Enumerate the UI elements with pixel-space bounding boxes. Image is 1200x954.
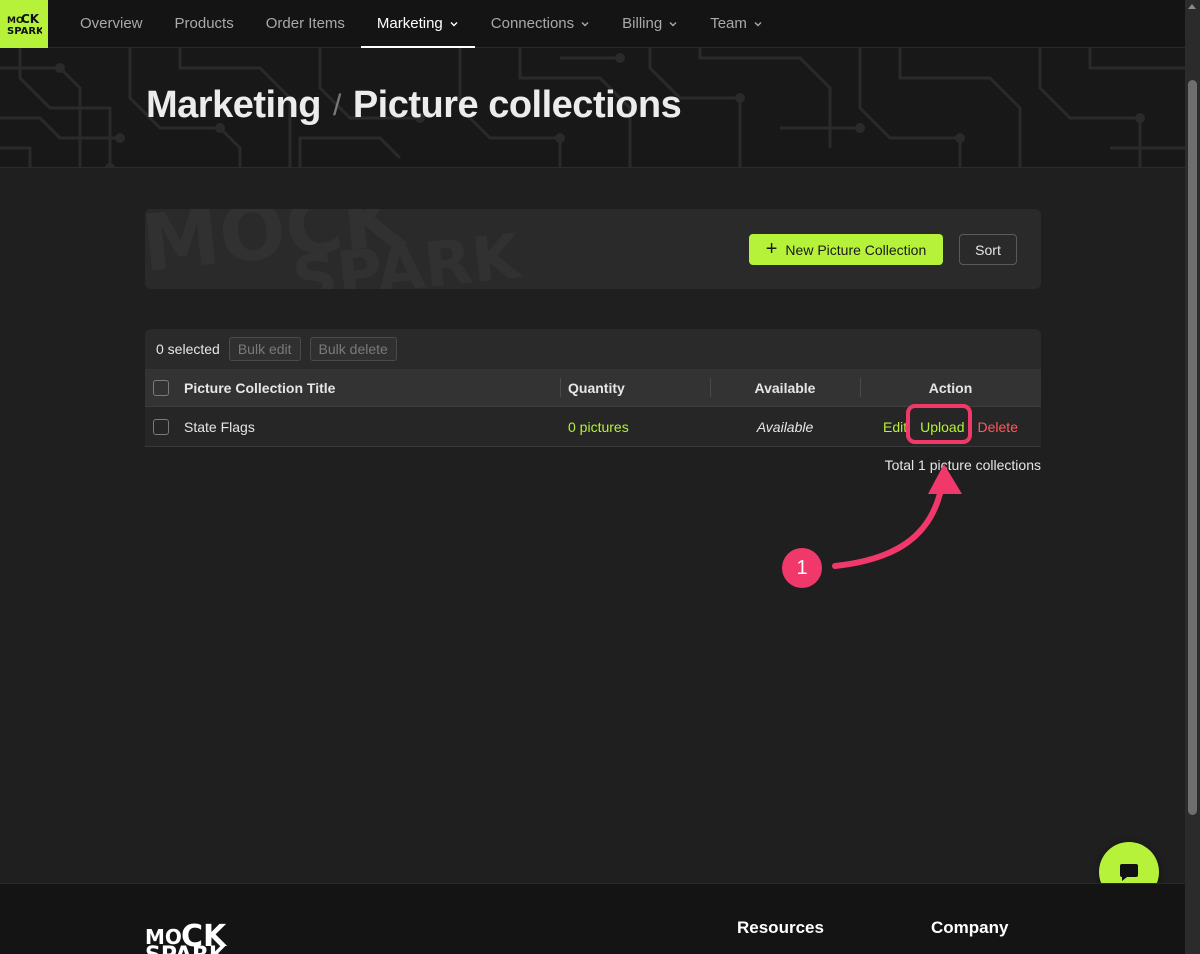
nav-item-team[interactable]: Team [694,0,779,48]
edit-link[interactable]: Edit [883,419,907,435]
step-number-badge: 1 [782,548,822,588]
svg-text:CK: CK [21,12,40,26]
mock-spark-watermark-icon: MOCK SPARK [145,209,525,289]
mock-spark-logo-icon: MO CK SPARK [7,12,42,36]
nav-item-label: Overview [80,15,143,32]
column-header-title[interactable]: Picture Collection Title [177,369,560,406]
bulk-delete-button[interactable]: Bulk delete [309,337,397,361]
collection-quantity-link[interactable]: 0 pictures [560,407,710,446]
bulk-actions-bar: 0 selected Bulk edit Bulk delete [145,329,1041,369]
row-select-cell [145,407,177,446]
selected-count: 0 selected [156,341,220,357]
nav-item-marketing[interactable]: Marketing [360,0,475,48]
chevron-down-icon [753,19,763,29]
row-checkbox[interactable] [153,418,169,435]
footer: MO CK SPARK Resources Company [0,883,1185,954]
nav-item-label: Order Items [265,15,345,32]
toolbar-card: MOCK SPARK + New Picture Collection Sort [145,209,1041,289]
nav-item-products[interactable]: Products [159,0,250,48]
table-row: State Flags 0 pictures Available Edit Up… [145,403,1041,447]
scroll-thumb[interactable] [1188,80,1197,815]
chevron-down-icon [668,19,678,29]
page-title: Marketing / Picture collections [146,84,682,127]
collection-availability: Available [756,418,814,435]
select-all-checkbox[interactable] [153,379,169,396]
chevron-down-icon [449,19,459,29]
chevron-down-icon [580,19,590,29]
nav-item-label: Connections [490,15,575,32]
table-header: Picture Collection Title Quantity Availa… [145,369,1041,407]
sort-button-label: Sort [975,241,1001,258]
new-picture-collection-button[interactable]: + New Picture Collection [749,234,943,265]
collection-title[interactable]: State Flags [177,407,560,446]
delete-link[interactable]: Delete [978,419,1018,435]
nav-item-label: Billing [622,15,663,32]
breadcrumb-current: Picture collections [352,84,682,126]
page-scrollbar[interactable] [1185,0,1200,954]
picture-collections-table: 0 selected Bulk edit Bulk delete Picture… [145,329,1041,447]
svg-text:SPARK: SPARK [7,26,42,36]
column-header-quantity[interactable]: Quantity [560,369,710,406]
sort-button[interactable]: Sort [959,234,1017,265]
row-actions: Edit Upload Delete [860,403,1041,446]
nav-item-label: Team [710,15,747,32]
upload-link[interactable]: Upload [920,419,964,435]
chat-bubble-icon [1120,864,1138,881]
nav-item-order-items[interactable]: Order Items [250,0,361,48]
nav-item-label: Marketing [376,15,443,32]
footer-heading-company: Company [931,918,1009,937]
brand-logo[interactable]: MO CK SPARK [0,0,48,48]
breadcrumb-separator: / [332,88,341,122]
header-select-cell [145,369,177,406]
column-header-action: Action [860,369,1041,406]
footer-logo-icon[interactable]: MO CK SPARK [145,916,249,954]
top-navigation: MO CK SPARK Overview Products Order Item… [0,0,1185,48]
scroll-up-arrow-icon[interactable] [1188,4,1196,9]
nav-item-billing[interactable]: Billing [606,0,694,48]
svg-text:SPARK: SPARK [145,943,227,954]
nav-item-overview[interactable]: Overview [64,0,159,48]
new-button-label: New Picture Collection [785,241,927,258]
page-header: Marketing / Picture collections [0,48,1185,168]
plus-icon: + [765,237,778,260]
breadcrumb-parent[interactable]: Marketing [146,84,321,127]
nav-item-label: Products [174,15,234,32]
footer-heading-resources: Resources [737,918,824,937]
bulk-edit-button[interactable]: Bulk edit [228,337,301,361]
nav-item-connections[interactable]: Connections [475,0,606,48]
column-header-available[interactable]: Available [710,369,860,406]
total-count: Total 1 picture collections [884,457,1041,473]
nav-items: Overview Products Order Items Marketing … [64,0,779,48]
